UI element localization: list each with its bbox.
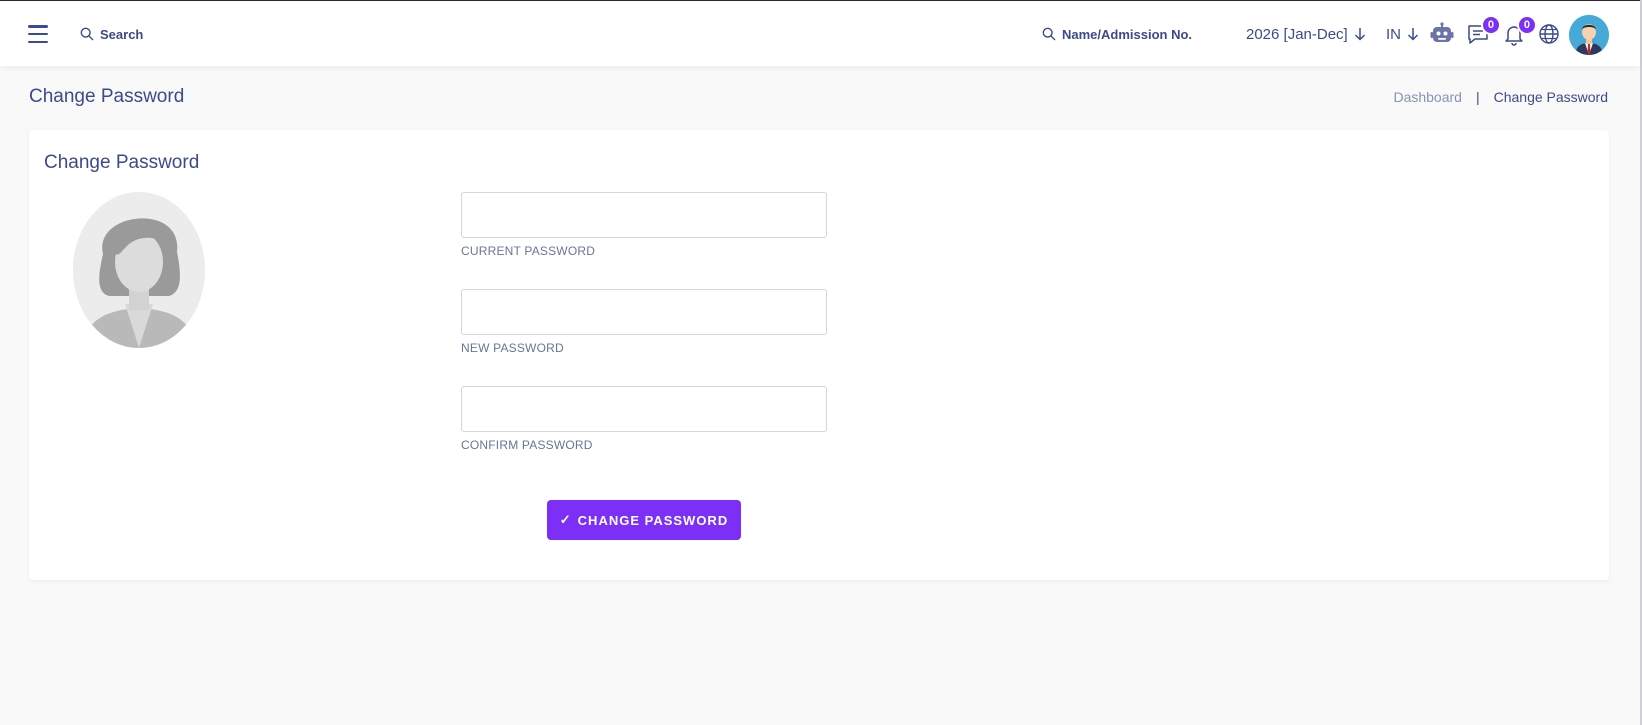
search-icon xyxy=(80,27,94,41)
top-navbar: Search Name/Admission No. 2026 [Jan-Dec]… xyxy=(0,1,1640,66)
chat-count-badge: 0 xyxy=(1480,15,1501,35)
breadcrumb: Dashboard | Change Password xyxy=(1393,89,1608,105)
language-label: IN xyxy=(1386,25,1401,43)
arrow-down-icon xyxy=(1407,28,1419,41)
breadcrumb-separator: | xyxy=(1475,89,1480,105)
notification-count-badge: 0 xyxy=(1516,15,1537,35)
bell-icon[interactable]: 0 xyxy=(1502,15,1537,46)
global-search-label: Search xyxy=(100,26,144,42)
new-password-field: NEW PASSWORD xyxy=(461,289,827,355)
current-password-field: CURRENT PASSWORD xyxy=(461,192,827,258)
globe-icon[interactable] xyxy=(1537,22,1561,46)
session-label: 2026 [Jan-Dec] xyxy=(1246,25,1348,43)
search-icon xyxy=(1042,27,1056,41)
change-password-card: Change Password CURRENT PASSWORD NEW PAS… xyxy=(29,130,1609,580)
student-search-placeholder: Name/Admission No. xyxy=(1062,26,1193,42)
chat-icon[interactable]: 0 xyxy=(1466,15,1501,46)
language-selector[interactable]: IN xyxy=(1386,23,1419,45)
menu-icon[interactable] xyxy=(28,25,48,43)
confirm-password-input[interactable] xyxy=(461,386,827,432)
page-title: Change Password xyxy=(29,86,185,107)
confirm-password-label: CONFIRM PASSWORD xyxy=(461,438,593,452)
new-password-label: NEW PASSWORD xyxy=(461,341,564,355)
robot-icon[interactable] xyxy=(1430,22,1454,46)
user-avatar[interactable] xyxy=(1569,15,1609,55)
new-password-input[interactable] xyxy=(461,289,827,335)
check-icon: ✓ xyxy=(559,512,572,527)
session-selector[interactable]: 2026 [Jan-Dec] xyxy=(1246,23,1366,45)
current-password-label: CURRENT PASSWORD xyxy=(461,244,596,258)
breadcrumb-dashboard-link[interactable]: Dashboard xyxy=(1393,89,1462,105)
student-search-input[interactable]: Name/Admission No. xyxy=(1042,23,1192,45)
card-title: Change Password xyxy=(44,152,200,173)
global-search-button[interactable]: Search xyxy=(80,23,143,45)
change-password-button-label: CHANGE PASSWORD xyxy=(577,512,729,528)
confirm-password-field: CONFIRM PASSWORD xyxy=(461,386,827,452)
arrow-down-icon xyxy=(1354,28,1365,41)
change-password-button[interactable]: ✓ CHANGE PASSWORD xyxy=(547,500,741,540)
profile-placeholder xyxy=(73,192,205,348)
current-password-input[interactable] xyxy=(461,192,827,238)
breadcrumb-current: Change Password xyxy=(1493,89,1608,105)
